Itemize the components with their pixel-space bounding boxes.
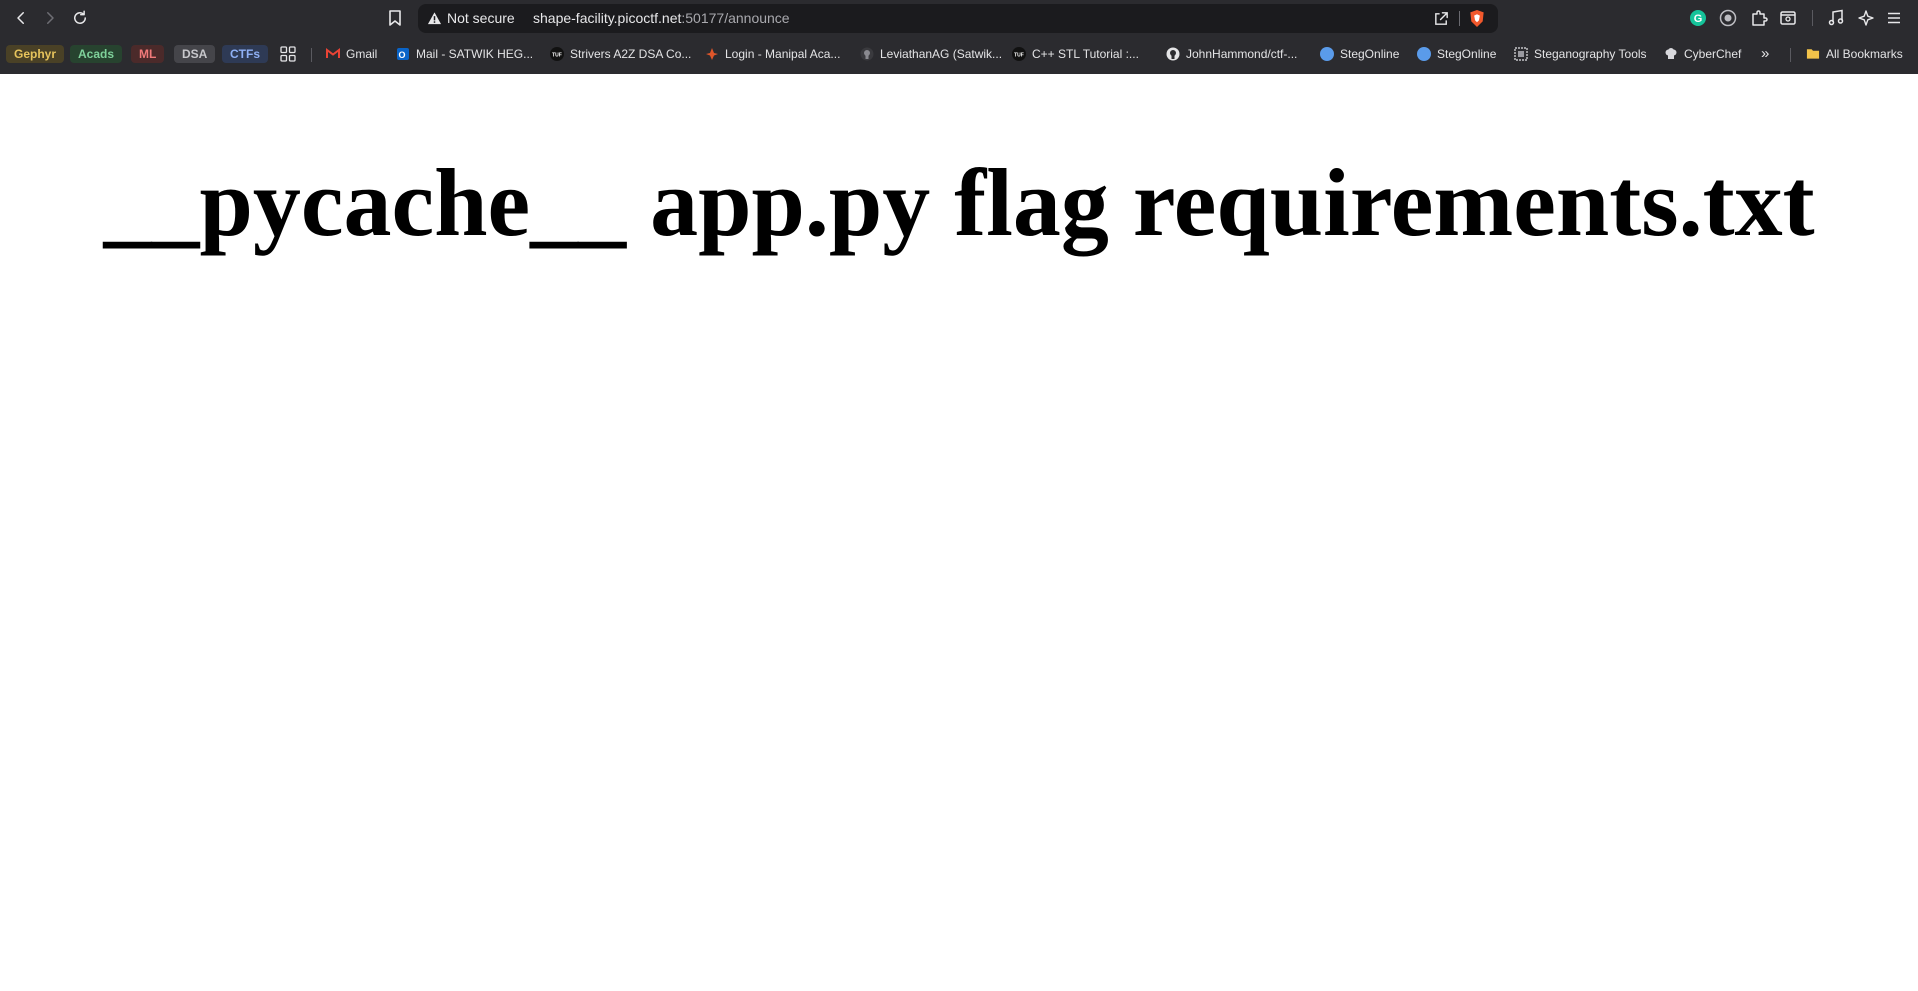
tuf-icon: TUF bbox=[1012, 46, 1026, 61]
bookmark-page-icon bbox=[389, 10, 401, 26]
chef-hat-icon bbox=[1664, 47, 1678, 61]
github-icon bbox=[860, 47, 874, 61]
address-bar-divider bbox=[1459, 11, 1460, 26]
svg-text:O: O bbox=[398, 50, 405, 60]
back-icon bbox=[17, 12, 24, 24]
media-control-icon bbox=[1828, 9, 1844, 26]
globe-icon bbox=[1417, 46, 1431, 61]
browser-chrome: Not secure shape-facility.picoctf.net:50… bbox=[0, 0, 1918, 74]
svg-text:TUF: TUF bbox=[1014, 52, 1024, 58]
bookmark-strivers[interactable]: TUF Strivers A2Z DSA Co... bbox=[550, 44, 691, 63]
bookmark-page-button[interactable] bbox=[383, 6, 407, 30]
tab-group-dsa[interactable]: DSA bbox=[174, 45, 216, 63]
bookmark-label: C++ STL Tutorial :... bbox=[1032, 46, 1139, 61]
forward-button[interactable] bbox=[38, 6, 62, 30]
bookmark-label: LeviathanAG (Satwik... bbox=[880, 46, 1003, 61]
bookmark-label: Strivers A2Z DSA Co... bbox=[570, 46, 692, 61]
folder-icon bbox=[1806, 47, 1820, 61]
reload-button[interactable] bbox=[68, 6, 92, 30]
steg-tools-icon bbox=[1514, 46, 1528, 61]
url-path: :50177/announce bbox=[681, 10, 790, 26]
toolbar-divider bbox=[1812, 10, 1813, 26]
menu-icon bbox=[1888, 12, 1900, 24]
bookmark-stegonline-2[interactable]: StegOnline bbox=[1417, 44, 1496, 63]
bookmark-outlook-mail[interactable]: O Mail - SATWIK HEG... bbox=[396, 44, 533, 63]
svg-text:G: G bbox=[1694, 13, 1703, 25]
extensions-button[interactable] bbox=[1749, 8, 1769, 28]
bookmark-label: Mail - SATWIK HEG... bbox=[416, 46, 534, 61]
bookmark-manipal-login[interactable]: Login - Manipal Aca... bbox=[705, 44, 840, 63]
back-button[interactable] bbox=[9, 6, 33, 30]
extension-circle-icon bbox=[1719, 9, 1737, 27]
bookmarks-bar: Gephyr Acads ML DSA CTFs Gmail O Mail - … bbox=[0, 40, 1918, 68]
browser-toolbar: Not secure shape-facility.picoctf.net:50… bbox=[0, 0, 1918, 36]
overflow-chevron-icon: » bbox=[1761, 45, 1770, 62]
bookmark-gmail[interactable]: Gmail bbox=[326, 44, 377, 63]
bookmark-label: JohnHammond/ctf-... bbox=[1186, 46, 1298, 61]
bookmark-label: StegOnline bbox=[1437, 46, 1497, 61]
directory-listing-heading: __pycache__ app.py flag requirements.txt bbox=[103, 149, 1815, 256]
page-content: __pycache__ app.py flag requirements.txt bbox=[0, 74, 1918, 991]
apps-grid-icon bbox=[280, 45, 296, 62]
bookmark-label: StegOnline bbox=[1340, 46, 1400, 61]
bookmarks-overflow-button[interactable]: » bbox=[1761, 44, 1769, 63]
reload-icon bbox=[74, 10, 86, 24]
security-label[interactable]: Not secure bbox=[447, 10, 515, 26]
menu-button[interactable] bbox=[1884, 8, 1904, 28]
bookmark-steganography-tools[interactable]: Steganography Tools bbox=[1514, 44, 1647, 63]
forward-icon bbox=[47, 12, 54, 24]
bookmark-label: CyberChef bbox=[1684, 46, 1742, 61]
tab-group-ctfs[interactable]: CTFs bbox=[222, 45, 268, 63]
tuf-icon: TUF bbox=[550, 46, 564, 61]
bookmark-label: Gmail bbox=[346, 46, 378, 61]
all-bookmarks-button[interactable]: All Bookmarks bbox=[1806, 44, 1903, 63]
share-icon[interactable] bbox=[1433, 10, 1450, 27]
brave-shields-icon[interactable] bbox=[1468, 9, 1486, 28]
bookmark-cyberchef[interactable]: CyberChef bbox=[1664, 44, 1741, 63]
tab-search-button[interactable] bbox=[1778, 8, 1798, 28]
warning-icon[interactable] bbox=[427, 11, 442, 26]
svg-text:TUF: TUF bbox=[552, 52, 562, 58]
apps-button[interactable] bbox=[280, 44, 296, 63]
bookmarks-divider bbox=[1790, 48, 1791, 62]
github-icon bbox=[1166, 47, 1180, 61]
grammarly-icon: G bbox=[1690, 10, 1706, 26]
bookmark-johnhammond[interactable]: JohnHammond/ctf-... bbox=[1166, 44, 1297, 63]
bookmark-stegonline-1[interactable]: StegOnline bbox=[1320, 44, 1399, 63]
bookmark-label: Steganography Tools bbox=[1534, 46, 1647, 61]
extension-circle-button[interactable] bbox=[1718, 8, 1738, 28]
tab-group-acads[interactable]: Acads bbox=[70, 45, 123, 63]
url-text[interactable]: shape-facility.picoctf.net:50177/announc… bbox=[533, 10, 790, 26]
tab-group-gephyr[interactable]: Gephyr bbox=[6, 45, 65, 63]
address-bar[interactable]: Not secure shape-facility.picoctf.net:50… bbox=[418, 4, 1498, 33]
url-host: shape-facility.picoctf.net bbox=[533, 10, 682, 26]
bookmark-leviathanag[interactable]: LeviathanAG (Satwik... bbox=[860, 44, 1002, 63]
tab-search-icon bbox=[1780, 11, 1796, 25]
outlook-icon: O bbox=[396, 47, 410, 61]
tab-group-ml[interactable]: ML bbox=[131, 45, 165, 63]
extensions-puzzle-icon bbox=[1752, 10, 1768, 26]
bookmarks-divider bbox=[311, 48, 312, 62]
leo-ai-icon bbox=[1858, 10, 1874, 26]
globe-icon bbox=[1320, 46, 1334, 61]
media-control-button[interactable] bbox=[1826, 8, 1846, 28]
leo-ai-button[interactable] bbox=[1856, 8, 1876, 28]
grammarly-button[interactable]: G bbox=[1688, 8, 1708, 28]
all-bookmarks-label: All Bookmarks bbox=[1826, 46, 1903, 61]
gmail-icon bbox=[326, 47, 340, 61]
bookmark-label: Login - Manipal Aca... bbox=[725, 46, 841, 61]
manipal-icon bbox=[705, 47, 719, 61]
bookmark-cpp-stl[interactable]: TUF C++ STL Tutorial :... bbox=[1012, 44, 1139, 63]
